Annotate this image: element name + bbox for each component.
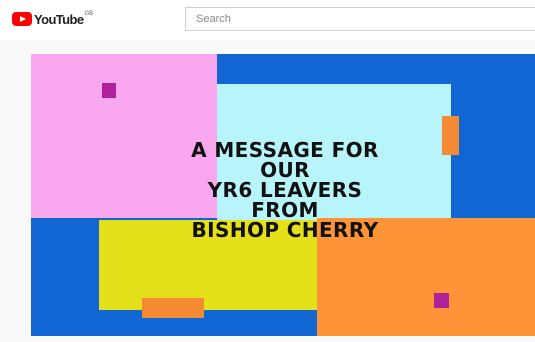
logo-region-code: GB: [84, 11, 94, 17]
search-input[interactable]: [185, 7, 535, 31]
orange-bar: [442, 116, 459, 155]
masthead: YouTube GB: [0, 0, 535, 40]
magenta-square: [434, 293, 449, 308]
youtube-play-icon: [12, 12, 32, 26]
video-message: A MESSAGE FOR OUR YR6 LEAVERS FROM BISHO…: [135, 140, 435, 240]
message-line: FROM: [251, 198, 319, 222]
message-line: A MESSAGE FOR: [191, 138, 379, 162]
video-player[interactable]: A MESSAGE FOR OUR YR6 LEAVERS FROM BISHO…: [31, 54, 535, 336]
orange-bar: [142, 298, 204, 318]
message-line: YR6 LEAVERS: [207, 178, 363, 202]
message-line: BISHOP CHERRY: [191, 218, 379, 242]
youtube-logo[interactable]: YouTube GB: [12, 11, 93, 27]
magenta-square: [102, 83, 116, 98]
logo-text: YouTube: [34, 11, 84, 27]
message-line: OUR: [260, 158, 310, 182]
